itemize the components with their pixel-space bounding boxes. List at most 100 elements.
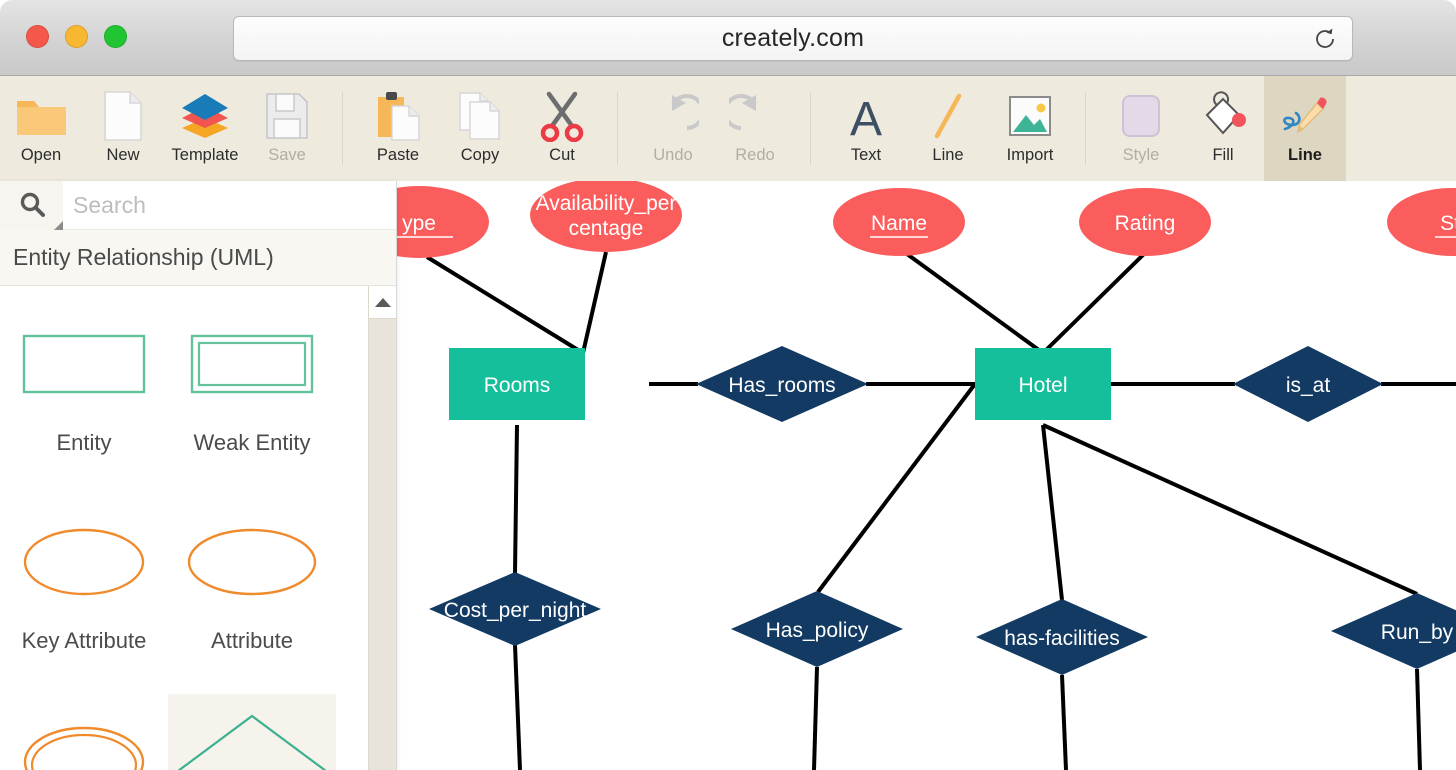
shape-item-multivalued-attribute[interactable] bbox=[0, 694, 168, 770]
toolbar-button-open[interactable]: Open bbox=[0, 76, 82, 181]
diamond-shape-icon bbox=[168, 694, 336, 770]
shape-label: Entity bbox=[56, 430, 111, 456]
search-icon[interactable] bbox=[0, 181, 63, 230]
toolbar-label: New bbox=[106, 146, 139, 165]
folder-icon bbox=[14, 88, 68, 144]
toolbar-label: Fill bbox=[1212, 146, 1233, 165]
toolbar-button-line-style[interactable]: Line bbox=[1264, 76, 1346, 181]
close-window-button[interactable] bbox=[26, 25, 49, 48]
url-text: creately.com bbox=[722, 24, 864, 53]
toolbar-separator bbox=[1085, 92, 1086, 165]
relationship-label: has-facilities bbox=[1004, 627, 1120, 650]
toolbar-button-fill[interactable]: Fill bbox=[1182, 76, 1264, 181]
toolbar-separator bbox=[810, 92, 811, 165]
relationship-node-has_policy[interactable]: Has_policy bbox=[731, 591, 903, 667]
relationship-label: is_at bbox=[1286, 374, 1331, 397]
connector-hotel-has_facilities bbox=[1043, 425, 1062, 600]
maximize-window-button[interactable] bbox=[104, 25, 127, 48]
reload-icon[interactable] bbox=[1312, 26, 1338, 52]
attribute-node-rating[interactable]: Rating bbox=[1079, 188, 1211, 256]
attribute-label: ype bbox=[402, 212, 436, 235]
toolbar-label: Open bbox=[21, 146, 61, 165]
shape-item-weak-entity[interactable]: Weak Entity bbox=[168, 298, 336, 496]
toolbar-button-save[interactable]: Save bbox=[246, 76, 328, 181]
toolbar-label: Save bbox=[268, 146, 306, 165]
diagonal-line-icon bbox=[926, 88, 970, 144]
attribute-node-st[interactable]: St bbox=[1387, 188, 1456, 256]
shape-item-relationship[interactable] bbox=[168, 694, 336, 770]
paint-bucket-icon bbox=[1197, 88, 1249, 144]
attribute-node-availability-percentage[interactable]: Availability_per centage bbox=[530, 181, 682, 252]
relationship-node-cost_per_night[interactable]: Cost_per_night bbox=[429, 572, 601, 646]
toolbar-button-undo[interactable]: Undo bbox=[632, 76, 714, 181]
search-input[interactable] bbox=[63, 182, 396, 229]
toolbar-button-text[interactable]: A Text bbox=[825, 76, 907, 181]
scroll-up-arrow-icon[interactable] bbox=[369, 286, 396, 319]
ellipse-shape-icon bbox=[186, 496, 318, 628]
toolbar-separator bbox=[342, 92, 343, 165]
attribute-label-line2: centage bbox=[569, 217, 644, 240]
connector-availability-rooms bbox=[583, 252, 606, 353]
shape-label: Key Attribute bbox=[22, 628, 147, 654]
toolbar-button-copy[interactable]: Copy bbox=[439, 76, 521, 181]
attribute-label: Rating bbox=[1115, 212, 1176, 235]
shape-grid: Entity Weak Entity bbox=[0, 286, 396, 770]
relationship-node-has_rooms[interactable]: Has_rooms bbox=[696, 346, 868, 422]
toolbar-button-import[interactable]: Import bbox=[989, 76, 1071, 181]
connector-ype-rooms bbox=[427, 257, 583, 353]
connector-cost_per_night-down bbox=[515, 645, 520, 770]
relationship-node-run_by[interactable]: Run_by bbox=[1331, 593, 1456, 669]
connector-hotel-has_policy bbox=[818, 384, 975, 592]
shapes-sidebar: Entity Relationship (UML) Entity bbox=[0, 181, 397, 770]
sidebar-search-row bbox=[0, 181, 396, 230]
app-window: creately.com Open bbox=[0, 0, 1456, 770]
shape-item-entity[interactable]: Entity bbox=[0, 298, 168, 496]
attribute-label: St bbox=[1440, 212, 1456, 235]
entity-label: Hotel bbox=[1018, 374, 1067, 397]
toolbar-button-new[interactable]: New bbox=[82, 76, 164, 181]
toolbar-button-redo[interactable]: Redo bbox=[714, 76, 796, 181]
shapes-scroll-area: Entity Weak Entity bbox=[0, 286, 396, 770]
letter-a-icon: A bbox=[843, 88, 889, 144]
toolbar-button-line[interactable]: Line bbox=[907, 76, 989, 181]
toolbar-button-cut[interactable]: Cut bbox=[521, 76, 603, 181]
connector-rooms-cost_per_night bbox=[515, 425, 517, 573]
copy-icon bbox=[456, 88, 504, 144]
address-bar[interactable]: creately.com bbox=[233, 16, 1353, 61]
relationship-node-is_at[interactable]: is_at bbox=[1233, 346, 1383, 422]
connector-group bbox=[427, 252, 1456, 770]
toolbar-label: Line bbox=[1288, 146, 1322, 165]
relationship-node-has-facilities[interactable]: has-facilities bbox=[976, 599, 1148, 675]
shape-label: Attribute bbox=[211, 628, 293, 654]
shape-item-attribute[interactable]: Attribute bbox=[168, 496, 336, 694]
pencil-icon bbox=[1277, 88, 1333, 144]
image-icon bbox=[1004, 88, 1056, 144]
sidebar-scrollbar[interactable] bbox=[368, 286, 396, 770]
entity-label: Rooms bbox=[484, 374, 551, 397]
page-icon bbox=[102, 88, 144, 144]
window-traffic-lights bbox=[26, 25, 127, 48]
connector-name-hotel bbox=[907, 254, 1043, 353]
minimize-window-button[interactable] bbox=[65, 25, 88, 48]
toolbar-label: Template bbox=[172, 146, 239, 165]
entity-node-rooms[interactable]: Rooms bbox=[449, 348, 585, 420]
toolbar-button-paste[interactable]: Paste bbox=[357, 76, 439, 181]
attribute-node-name[interactable]: Name bbox=[833, 188, 965, 256]
toolbar-button-style[interactable]: Style bbox=[1100, 76, 1182, 181]
attribute-label: Name bbox=[871, 212, 927, 235]
shape-item-key-attribute[interactable]: Key Attribute bbox=[0, 496, 168, 694]
toolbar-label: Paste bbox=[377, 146, 419, 165]
toolbar-label: Cut bbox=[549, 146, 575, 165]
relationship-label: Has_policy bbox=[766, 619, 869, 642]
shape-label: Weak Entity bbox=[194, 430, 311, 456]
shape-category-header[interactable]: Entity Relationship (UML) bbox=[0, 230, 396, 286]
rectangle-shape-icon bbox=[22, 298, 146, 430]
attribute-node-ype[interactable]: ype bbox=[397, 186, 489, 258]
diagram-canvas[interactable]: ype Availability_per centage Name Rating bbox=[397, 181, 1456, 770]
relationship-label: Run_by bbox=[1381, 621, 1454, 644]
toolbar-label: Copy bbox=[461, 146, 500, 165]
toolbar-label: Line bbox=[932, 146, 963, 165]
entity-node-hotel[interactable]: Hotel bbox=[975, 348, 1111, 420]
toolbar-button-template[interactable]: Template bbox=[164, 76, 246, 181]
app-toolbar: Open New Template bbox=[0, 76, 1456, 181]
